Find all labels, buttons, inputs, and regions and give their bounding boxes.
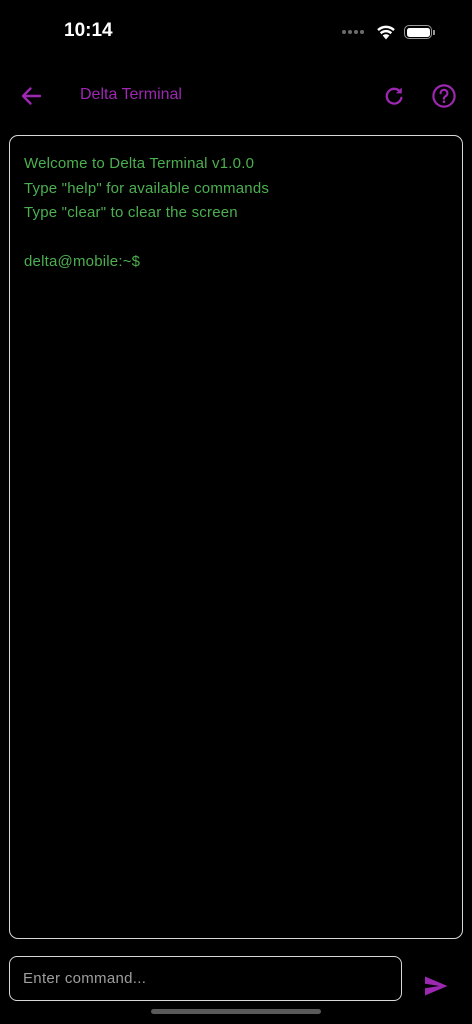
status-bar: 10:14 — [0, 0, 472, 64]
battery-icon — [404, 25, 435, 39]
send-button[interactable] — [420, 972, 452, 1000]
wifi-icon — [376, 24, 396, 40]
status-icons — [342, 22, 435, 42]
command-input[interactable] — [10, 957, 401, 1000]
app-title: Delta Terminal — [80, 86, 182, 103]
status-time: 10:14 — [64, 20, 113, 41]
terminal-output[interactable]: Welcome to Delta Terminal v1.0.0 Type "h… — [9, 135, 463, 939]
terminal-line-help-hint: Type "help" for available commands — [24, 179, 270, 197]
signal-icon — [342, 30, 364, 34]
app-bar: Delta Terminal — [0, 72, 472, 120]
terminal-line-clear-hint: Type "clear" to clear the screen — [24, 204, 238, 221]
terminal-line-welcome: Welcome to Delta Terminal v1.0.0 — [24, 155, 255, 172]
back-button[interactable] — [16, 82, 46, 110]
arrow-back-icon — [20, 86, 42, 106]
help-icon — [431, 83, 457, 109]
home-indicator — [151, 1009, 321, 1014]
command-input-container — [9, 956, 402, 1001]
refresh-icon — [382, 84, 406, 108]
battery-fill — [406, 27, 430, 37]
help-button[interactable] — [430, 82, 458, 110]
send-icon — [423, 975, 449, 997]
terminal-prompt: delta@mobile:~$ — [24, 253, 141, 270]
refresh-button[interactable] — [380, 82, 408, 110]
